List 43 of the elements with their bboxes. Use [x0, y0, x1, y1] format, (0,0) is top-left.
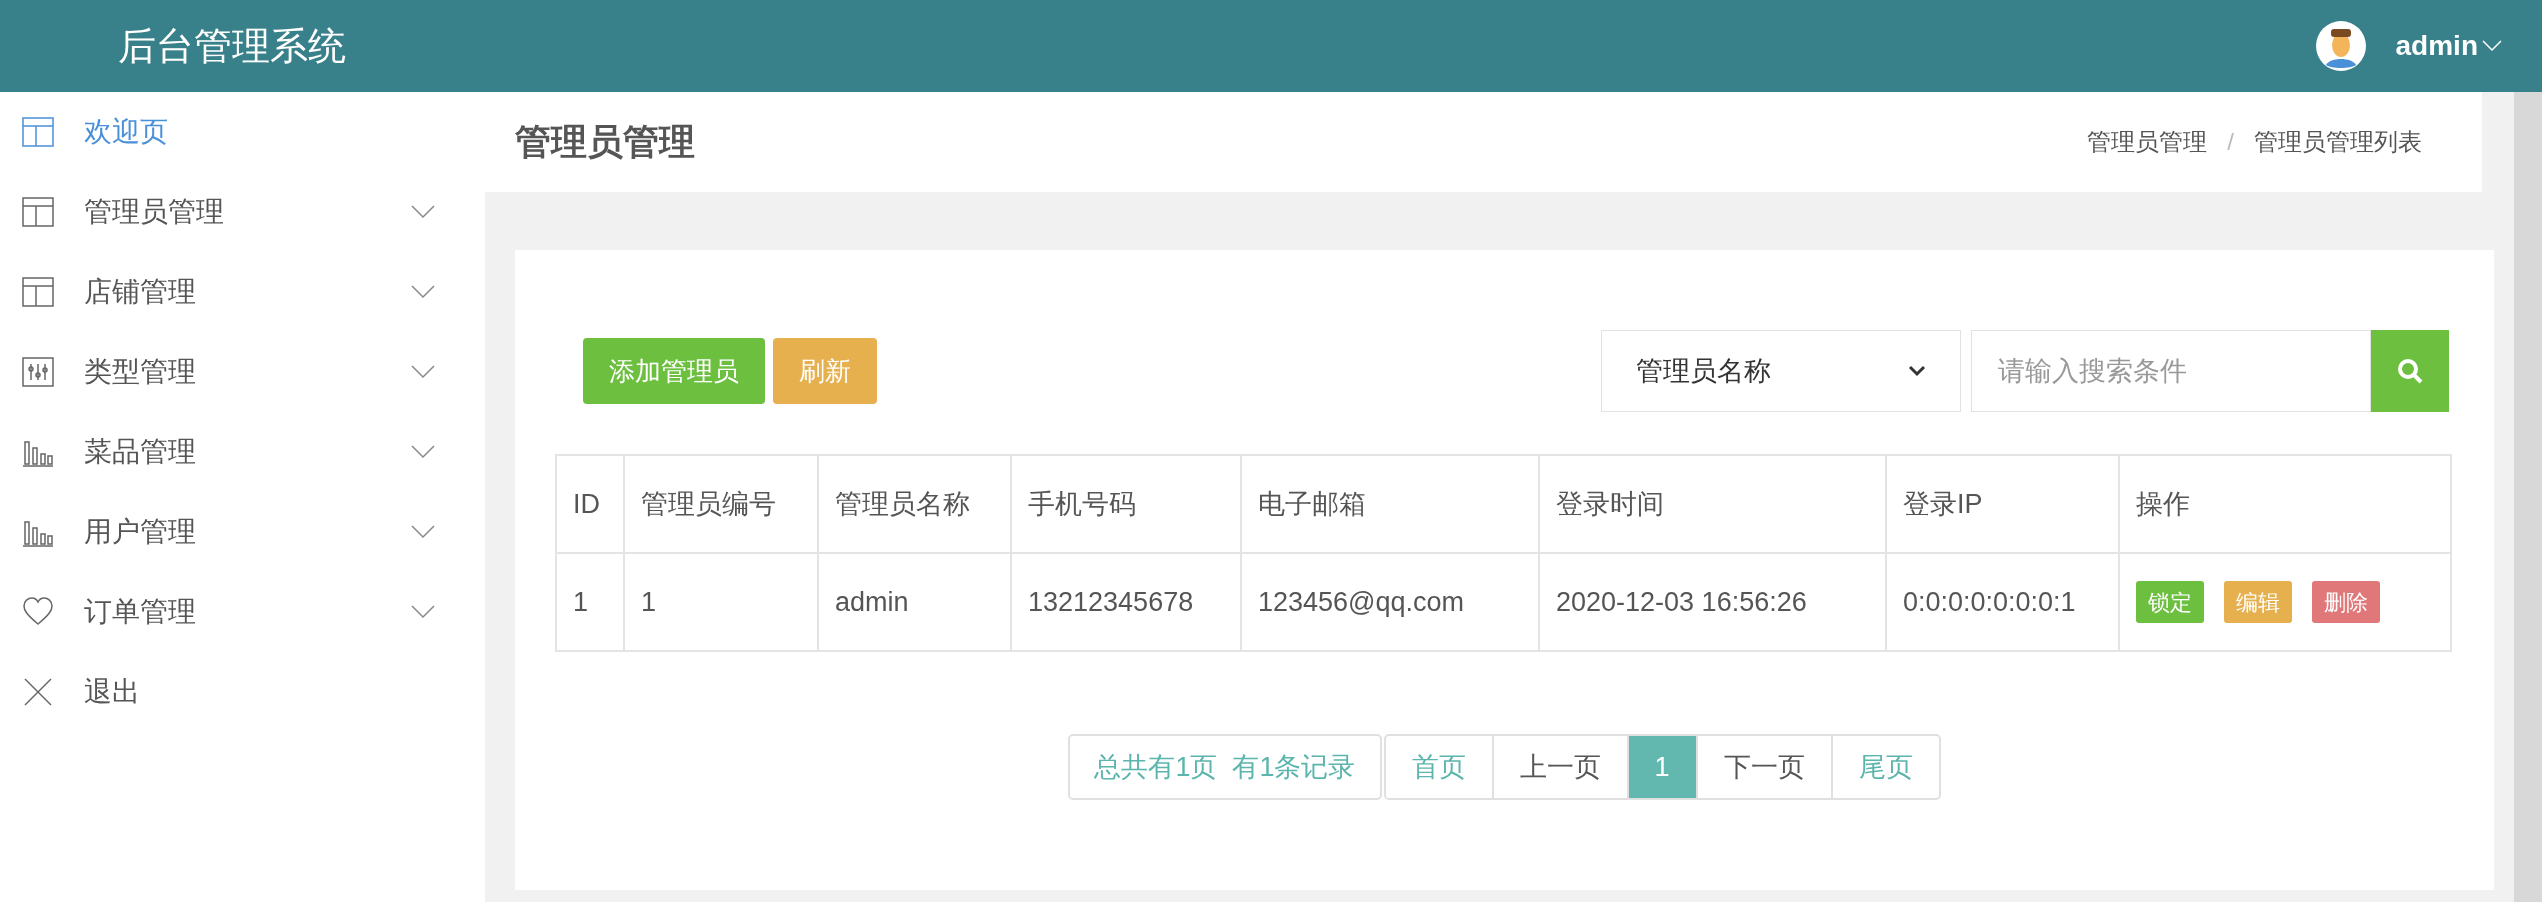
- column-header: ID: [556, 455, 624, 553]
- sidebar-item[interactable]: 退出: [0, 652, 485, 732]
- column-header: 管理员编号: [624, 455, 818, 553]
- table-cell: 123456@qq.com: [1241, 553, 1539, 651]
- app-title: 后台管理系统: [118, 23, 346, 69]
- user-menu[interactable]: admin: [2395, 25, 2502, 67]
- search-icon: [2397, 358, 2423, 384]
- breadcrumb-separator: /: [2227, 127, 2234, 157]
- table-cell: 2020-12-03 16:56:26: [1539, 553, 1886, 651]
- avatar-icon: [2315, 21, 2366, 71]
- breadcrumb-item[interactable]: 管理员管理: [2087, 124, 2208, 160]
- page-title: 管理员管理: [515, 120, 695, 164]
- table-cell: 1: [624, 553, 818, 651]
- close-icon: [22, 676, 54, 708]
- column-header: 管理员名称: [818, 455, 1011, 553]
- table-cell: 1: [556, 553, 624, 651]
- column-header: 手机号码: [1011, 455, 1241, 553]
- sidebar-item[interactable]: 菜品管理: [0, 412, 485, 492]
- layout-icon: [22, 196, 54, 228]
- table-cell: 13212345678: [1011, 553, 1241, 651]
- table-cell: admin: [818, 553, 1011, 651]
- sidebar-item[interactable]: 管理员管理: [0, 172, 485, 252]
- sidebar-item[interactable]: 订单管理: [0, 572, 485, 652]
- layout-icon: [22, 116, 54, 148]
- breadcrumb-item[interactable]: 管理员管理列表: [2254, 124, 2422, 160]
- search-select[interactable]: 管理员名称: [1601, 330, 1961, 412]
- column-header: 登录IP: [1886, 455, 2119, 553]
- column-header: 电子邮箱: [1241, 455, 1539, 553]
- pagination-summary: 总共有1页 有1条记录: [1068, 734, 1382, 800]
- layout-icon: [22, 276, 54, 308]
- sidebar-item[interactable]: 用户管理: [0, 492, 485, 572]
- column-header: 登录时间: [1539, 455, 1886, 553]
- sidebar-item[interactable]: 店铺管理: [0, 252, 485, 332]
- heart-icon: [22, 596, 54, 628]
- pagination-link[interactable]: 下一页: [1695, 736, 1831, 798]
- search-button[interactable]: [2371, 330, 2449, 412]
- chevron-down-icon: [1908, 365, 1926, 377]
- sidebar-item[interactable]: 类型管理: [0, 332, 485, 412]
- column-header: 操作: [2119, 455, 2451, 553]
- table-cell: 0:0:0:0:0:0:0:1: [1886, 553, 2119, 651]
- search-field[interactable]: 请输入搜索条件: [1971, 330, 2371, 412]
- chevron-down-icon: [2482, 40, 2502, 52]
- sliders-icon: [22, 356, 54, 388]
